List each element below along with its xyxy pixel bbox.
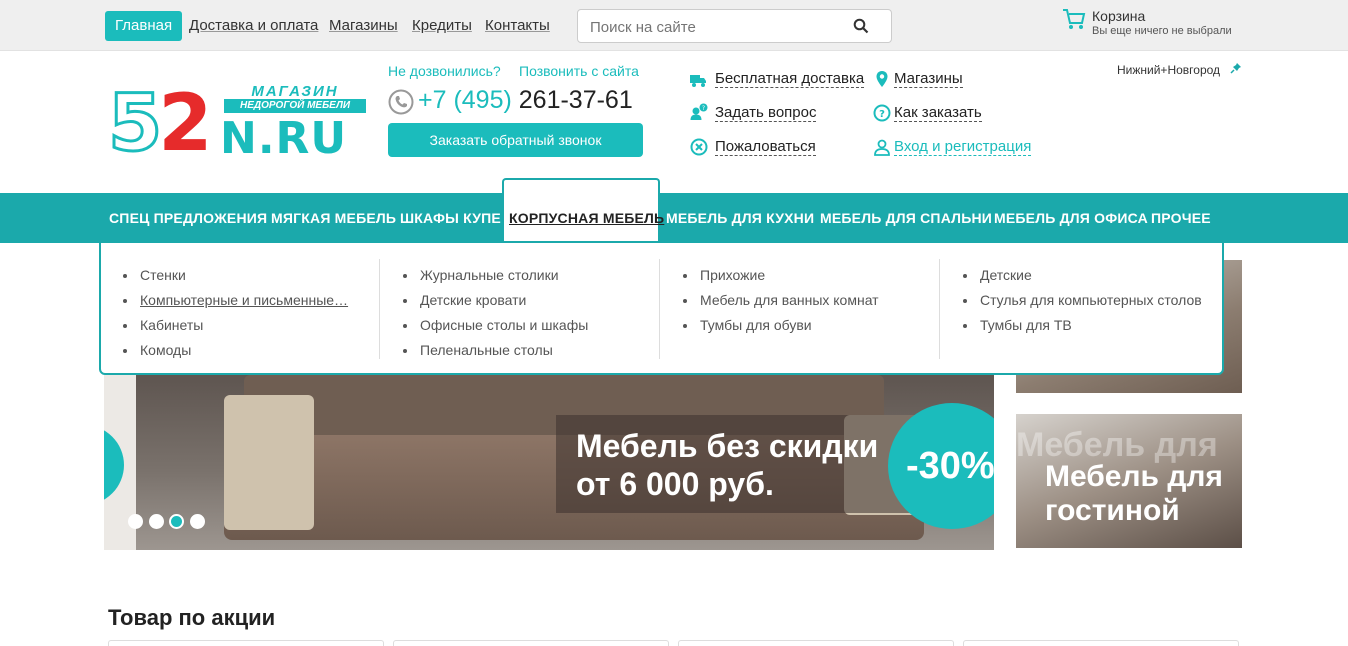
column-divider <box>659 259 660 359</box>
dropdown-item[interactable]: Пеленальные столы <box>403 338 588 363</box>
cart-status: Вы еще ничего не выбрали <box>1092 25 1232 37</box>
user-icon <box>874 139 890 156</box>
call-question: Не дозвонились? <box>388 63 501 79</box>
search-icon[interactable] <box>853 18 869 34</box>
pin-icon <box>1230 63 1241 74</box>
dropdown-item[interactable]: Компьютерные и письменные… <box>123 288 348 313</box>
dropdown-item[interactable]: Журнальные столики <box>403 263 588 288</box>
product-card[interactable] <box>963 640 1239 646</box>
search-box <box>577 9 892 43</box>
callback-button[interactable]: Заказать обратный звонок <box>388 123 643 157</box>
cabinet-furniture-dropdown: Стенки Компьютерные и письменные… Кабине… <box>99 241 1224 375</box>
tile-title: Мебель для гостиной <box>1045 460 1223 527</box>
dropdown-column-1: Стенки Компьютерные и письменные… Кабине… <box>123 263 348 363</box>
nav-wardrobes[interactable]: ШКАФЫ КУПЕ <box>400 210 501 226</box>
cart-icon[interactable] <box>1062 8 1086 30</box>
dropdown-item[interactable]: Комоды <box>123 338 348 363</box>
banner-caption: Мебель без скидки от 6 000 руб. <box>576 428 879 502</box>
svg-text:?: ? <box>702 105 705 112</box>
nav-link-stores[interactable]: Магазины <box>329 17 398 34</box>
dropdown-item[interactable]: Кабинеты <box>123 313 348 338</box>
slider-dot[interactable] <box>128 514 143 529</box>
dropdown-column-3: Прихожие Мебель для ванных комнат Тумбы … <box>683 263 879 338</box>
stores-link[interactable]: Магазины <box>894 70 963 88</box>
slider-dot[interactable] <box>149 514 164 529</box>
dropdown-item[interactable]: Мебель для ванных комнат <box>683 288 879 313</box>
dropdown-item[interactable]: Офисные столы и шкафы <box>403 313 588 338</box>
site-logo[interactable]: 52 МАГАЗИН НЕДОРОГОЙ МЕБЕЛИ N.RU <box>106 78 370 171</box>
nav-bedroom-furniture[interactable]: МЕБЕЛЬ ДЛЯ СПАЛЬНИ <box>820 210 992 226</box>
dropdown-column-4: Детские Стулья для компьютерных столов Т… <box>963 263 1202 338</box>
help-icon: ? <box>873 104 891 122</box>
nav-link-contacts[interactable]: Контакты <box>485 17 550 34</box>
question-user-icon: ? <box>690 103 708 120</box>
city-selector[interactable]: Нижний+Новгород <box>1117 63 1220 77</box>
dropdown-item[interactable]: Тумбы для ТВ <box>963 313 1202 338</box>
dropdown-item[interactable]: Прихожие <box>683 263 879 288</box>
call-from-site-link[interactable]: Позвонить с сайта <box>519 63 639 79</box>
logo-domain: N.RU <box>220 113 348 164</box>
sofa-image-arm <box>224 395 314 530</box>
svg-text:?: ? <box>879 109 885 120</box>
main-banner[interactable]: Мебель без скидки от 6 000 руб. -30% <box>104 375 994 550</box>
product-card[interactable] <box>678 640 954 646</box>
nav-link-delivery[interactable]: Доставка и оплата <box>189 17 318 34</box>
location-pin-icon <box>876 71 888 87</box>
nav-special-offers[interactable]: СПЕЦ ПРЕДЛОЖЕНИЯ <box>109 210 267 226</box>
dropdown-column-2: Журнальные столики Детские кровати Офисн… <box>403 263 588 363</box>
nav-soft-furniture[interactable]: МЯГКАЯ МЕБЕЛЬ <box>271 210 396 226</box>
how-to-order-link[interactable]: Как заказать <box>894 104 982 122</box>
nav-link-credits[interactable]: Кредиты <box>412 17 472 34</box>
column-divider <box>939 259 940 359</box>
product-card[interactable] <box>108 640 384 646</box>
ask-question-link[interactable]: Задать вопрос <box>715 104 817 122</box>
nav-kitchen-furniture[interactable]: МЕБЕЛЬ ДЛЯ КУХНИ <box>666 210 814 226</box>
nav-office-furniture[interactable]: МЕБЕЛЬ ДЛЯ ОФИСА <box>994 210 1148 226</box>
dropdown-item[interactable]: Тумбы для обуви <box>683 313 879 338</box>
column-divider <box>379 259 380 359</box>
logo-tagline: НЕДОРОГОЙ МЕБЕЛИ <box>224 99 366 113</box>
login-register-link[interactable]: Вход и регистрация <box>894 138 1032 156</box>
living-room-tile[interactable]: Мебель для Мебель для гостиной <box>1016 414 1242 548</box>
dropdown-item[interactable]: Стулья для компьютерных столов <box>963 288 1202 313</box>
product-card[interactable] <box>393 640 669 646</box>
logo-52: 52 <box>106 78 212 171</box>
top-bar: Главная Доставка и оплата Магазины Креди… <box>0 0 1348 51</box>
slider-dot[interactable] <box>190 514 205 529</box>
section-title: Товар по акции <box>108 605 276 630</box>
tile-ghost-text: Мебель для <box>1016 426 1218 464</box>
nav-cabinet-furniture[interactable]: КОРПУСНАЯ МЕБЕЛЬ <box>509 210 664 226</box>
complain-icon <box>690 138 708 156</box>
dropdown-item[interactable]: Детские <box>963 263 1202 288</box>
phone-icon <box>388 89 414 115</box>
search-input[interactable] <box>590 17 840 37</box>
dropdown-item[interactable]: Стенки <box>123 263 348 288</box>
dropdown-item[interactable]: Детские кровати <box>403 288 588 313</box>
phone-number[interactable]: +7 (495) 261-37-61 <box>418 86 633 115</box>
delivery-truck-icon <box>690 75 706 87</box>
free-delivery-link[interactable]: Бесплатная доставка <box>715 70 865 88</box>
slider-dot-active[interactable] <box>169 514 184 529</box>
complain-link[interactable]: Пожаловаться <box>715 138 816 156</box>
nav-home-button[interactable]: Главная <box>105 11 183 41</box>
cart-title[interactable]: Корзина <box>1092 8 1145 24</box>
logo-shop-text: МАГАЗИН <box>251 83 339 100</box>
nav-other[interactable]: ПРОЧЕЕ <box>1151 210 1211 226</box>
